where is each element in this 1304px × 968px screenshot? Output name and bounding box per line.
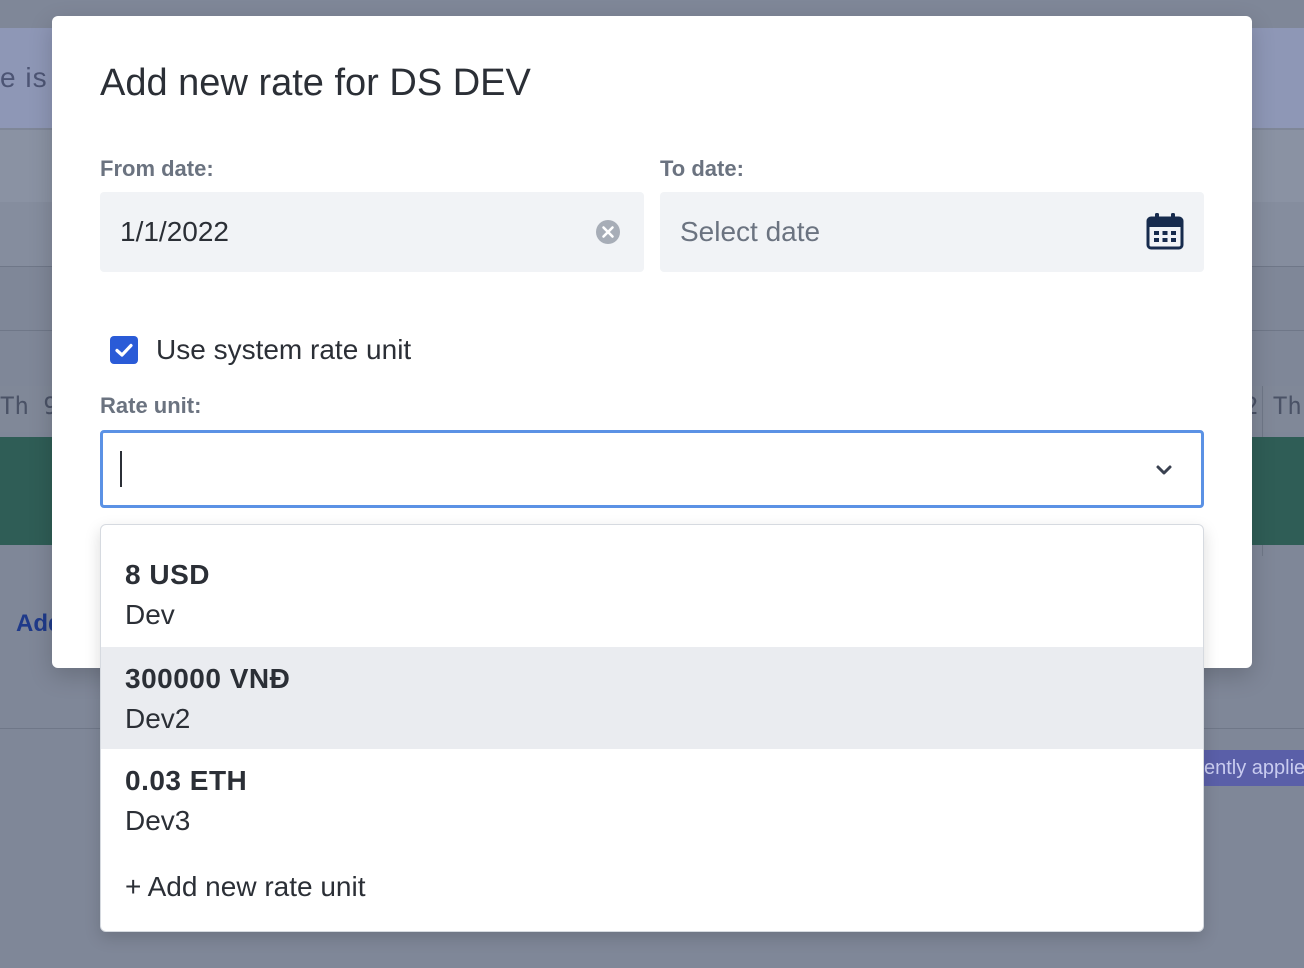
from-date-value: 1/1/2022 xyxy=(120,216,229,247)
to-date-placeholder: Select date xyxy=(680,216,821,247)
option-rate: 300000 VNĐ xyxy=(125,663,291,694)
text-cursor xyxy=(120,451,122,487)
option-rate: 8 USD xyxy=(125,559,210,590)
to-date-label: To date: xyxy=(660,156,744,181)
background-day-label: 2 Th xyxy=(1244,392,1302,420)
option-rate: 0.03 ETH xyxy=(125,765,248,796)
background-status-badge: ently applie xyxy=(1196,750,1304,786)
to-date-input[interactable]: Select date xyxy=(660,192,1204,272)
background-day-label: Th 9 xyxy=(0,392,58,420)
rate-unit-menu: 8 USD Dev 300000 VNĐ Dev2 0.03 ETH Dev3 … xyxy=(100,524,1204,932)
option-name: Dev2 xyxy=(125,703,191,734)
option-name: Dev xyxy=(125,599,175,630)
calendar-icon[interactable] xyxy=(1146,212,1184,250)
rate-unit-select[interactable] xyxy=(100,430,1204,508)
modal-title: Add new rate for DS DEV xyxy=(100,62,531,104)
use-system-rate-label[interactable]: Use system rate unit xyxy=(156,334,411,366)
add-new-rate-unit-button[interactable]: + Add new rate unit xyxy=(125,871,366,903)
rate-unit-option[interactable]: 0.03 ETH Dev3 xyxy=(101,749,1203,851)
from-date-input[interactable]: 1/1/2022 xyxy=(100,192,644,272)
rate-unit-option[interactable]: 8 USD Dev xyxy=(101,525,1203,630)
clear-circle-icon[interactable] xyxy=(596,220,620,244)
checkmark-icon xyxy=(115,343,133,357)
option-name: Dev3 xyxy=(125,805,191,836)
rate-unit-option[interactable]: 300000 VNĐ Dev2 xyxy=(101,647,1203,749)
use-system-rate-checkbox[interactable] xyxy=(110,336,138,364)
from-date-label: From date: xyxy=(100,156,214,181)
chevron-down-icon[interactable] xyxy=(1153,459,1175,481)
rate-unit-label: Rate unit: xyxy=(100,393,202,418)
